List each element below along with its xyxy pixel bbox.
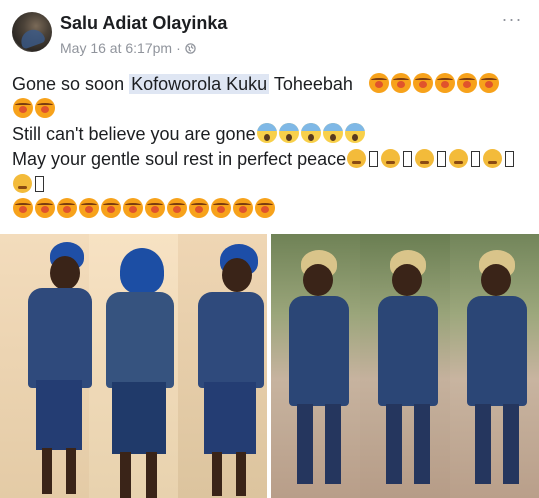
missing-glyph-icon bbox=[403, 151, 413, 167]
post-line-1: Gone so soon Kofoworola Kuku Toheebah bbox=[12, 72, 527, 97]
scream-face-icon bbox=[278, 123, 299, 143]
missing-glyph-icon bbox=[369, 151, 379, 167]
sleepy-face-icon bbox=[167, 198, 187, 218]
sleepy-face-icon bbox=[189, 198, 209, 218]
post-timestamp[interactable]: May 16 at 6:17pm bbox=[60, 40, 172, 56]
person-figure bbox=[461, 248, 531, 498]
missing-glyph-icon bbox=[437, 151, 447, 167]
post-meta: May 16 at 6:17pm · bbox=[60, 40, 196, 56]
persevering-face-icon bbox=[483, 149, 503, 168]
sleepy-face-icon bbox=[434, 73, 455, 93]
post-photo-1[interactable] bbox=[0, 234, 267, 498]
sleepy-face-icon bbox=[478, 73, 499, 93]
post-header: Salu Adiat Olayinka May 16 at 6:17pm · ·… bbox=[0, 0, 539, 64]
text-segment: Toheebah bbox=[269, 74, 353, 94]
persevering-face-icon bbox=[415, 149, 435, 168]
author-name[interactable]: Salu Adiat Olayinka bbox=[60, 13, 227, 34]
sleepy-face-icon bbox=[145, 198, 165, 218]
sleepy-face-icon bbox=[13, 98, 33, 118]
scream-face-icon bbox=[256, 123, 277, 143]
person-figure bbox=[184, 240, 266, 498]
text-segment: Still can't believe you are gone bbox=[12, 124, 256, 144]
sleepy-face-icon bbox=[255, 198, 275, 218]
post-line-5 bbox=[12, 172, 527, 197]
avatar[interactable] bbox=[12, 12, 52, 52]
post-photo-2[interactable] bbox=[271, 234, 539, 498]
missing-glyph-icon bbox=[505, 151, 515, 167]
mention-link[interactable]: Kofoworola Kuku bbox=[129, 74, 270, 94]
person-figure bbox=[372, 248, 442, 498]
sleepy-face-icon bbox=[35, 98, 55, 118]
post-line-3: Still can't believe you are gone bbox=[12, 122, 527, 147]
persevering-face-icon bbox=[347, 149, 367, 168]
text-segment: May your gentle soul rest in perfect pea… bbox=[12, 149, 347, 169]
persevering-face-icon bbox=[381, 149, 401, 168]
person-figure bbox=[283, 248, 353, 498]
post-line-2 bbox=[12, 97, 527, 122]
sleepy-face-icon bbox=[123, 198, 143, 218]
sleepy-face-icon bbox=[79, 198, 99, 218]
sleepy-face-icon bbox=[211, 198, 231, 218]
person-figure bbox=[8, 240, 92, 498]
post-line-4: May your gentle soul rest in perfect pea… bbox=[12, 147, 527, 172]
sleepy-face-icon bbox=[456, 73, 477, 93]
sleepy-face-icon bbox=[390, 73, 411, 93]
missing-glyph-icon bbox=[471, 151, 481, 167]
scream-face-icon bbox=[322, 123, 343, 143]
missing-glyph-icon bbox=[35, 176, 44, 192]
post-line-6 bbox=[12, 197, 527, 222]
post-text: Gone so soon Kofoworola Kuku Toheebah St… bbox=[12, 72, 527, 222]
sleepy-face-icon bbox=[13, 198, 33, 218]
persevering-face-icon bbox=[13, 174, 32, 193]
person-figure bbox=[96, 244, 176, 498]
sleepy-face-icon bbox=[412, 73, 433, 93]
sleepy-face-icon bbox=[57, 198, 77, 218]
sleepy-face-icon bbox=[35, 198, 55, 218]
sleepy-face-icon bbox=[368, 73, 389, 93]
scream-face-icon bbox=[300, 123, 321, 143]
text-segment: Gone so soon bbox=[12, 74, 130, 94]
meta-separator: · bbox=[176, 40, 181, 56]
sleepy-face-icon bbox=[101, 198, 121, 218]
globe-icon[interactable] bbox=[185, 42, 196, 54]
scream-face-icon bbox=[344, 123, 365, 143]
sleepy-face-icon bbox=[233, 198, 253, 218]
persevering-face-icon bbox=[449, 149, 469, 168]
more-options-button[interactable]: ··· bbox=[497, 10, 527, 32]
